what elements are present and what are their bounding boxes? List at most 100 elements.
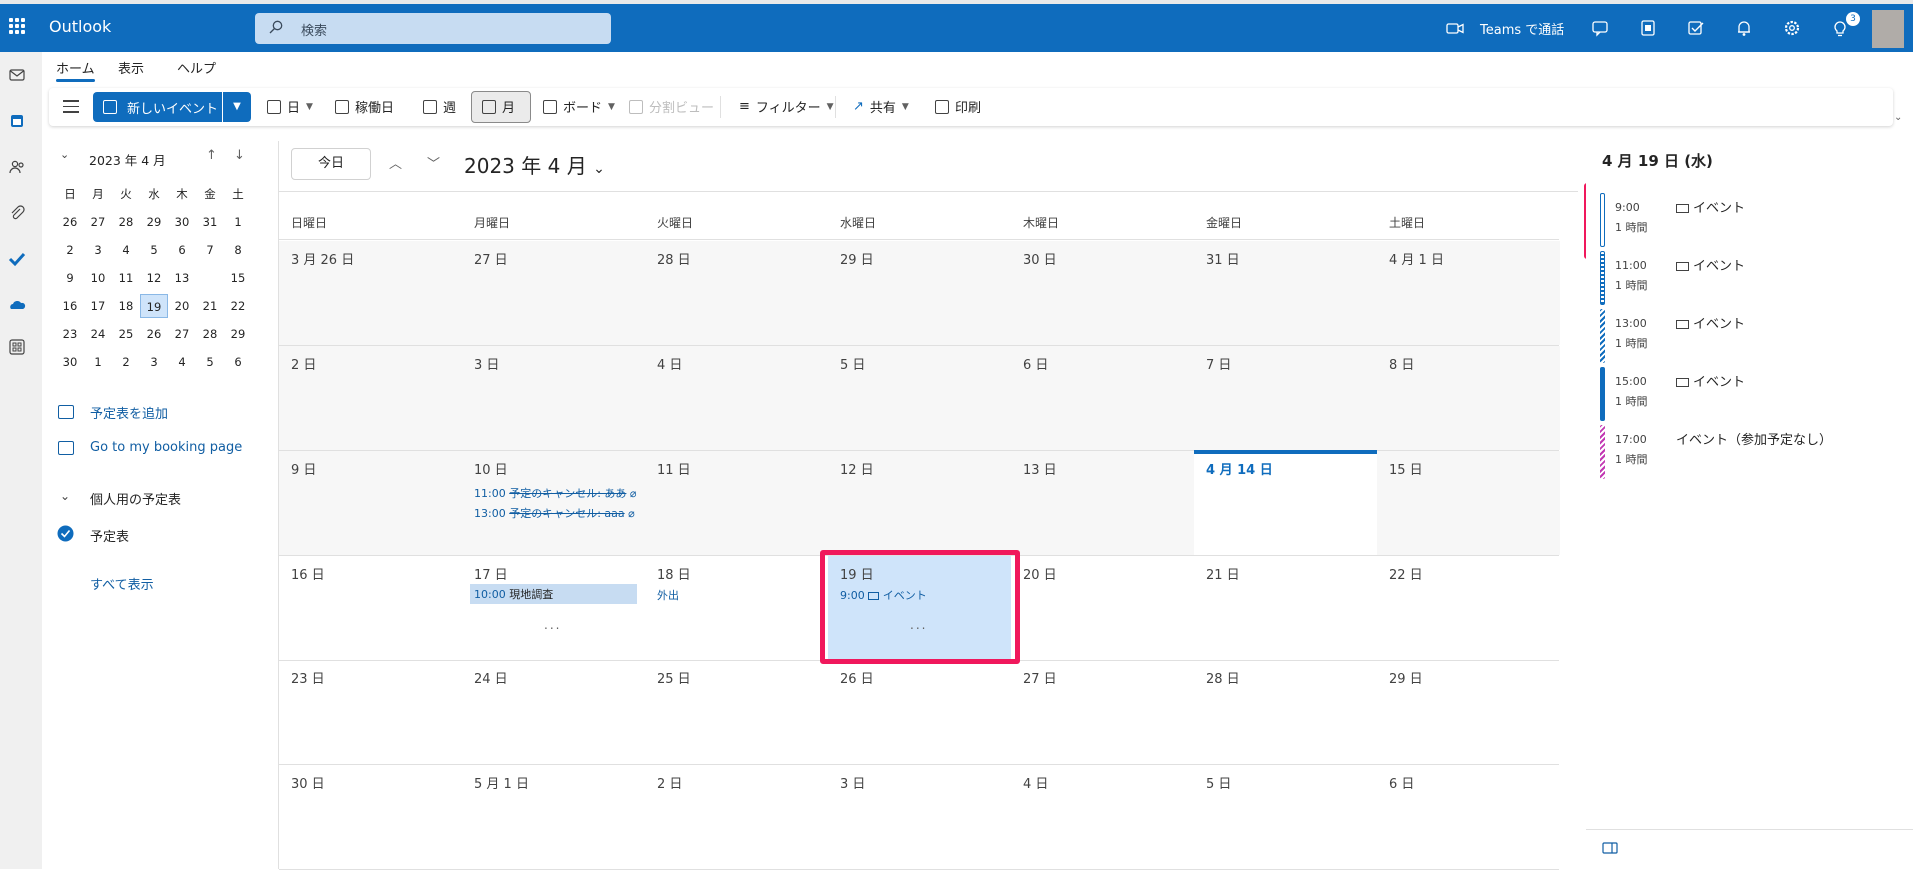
day-cell[interactable]: 25 日 xyxy=(645,660,828,764)
attachment-icon[interactable] xyxy=(8,204,26,222)
mini-day-cell[interactable]: 6 xyxy=(168,238,196,262)
day-cell[interactable]: 13 日 xyxy=(1011,451,1194,555)
mini-day-cell[interactable]: 30 xyxy=(56,350,84,374)
mini-day-cell[interactable]: 14 xyxy=(196,266,224,290)
gear-icon[interactable] xyxy=(1781,17,1803,39)
day-cell[interactable]: 3 月 26 日 xyxy=(279,241,462,345)
mini-day-cell[interactable]: 3 xyxy=(140,350,168,374)
mini-day-cell[interactable]: 1 xyxy=(224,210,252,234)
chevron-down-icon[interactable]: ﹀ xyxy=(427,153,440,172)
day-cell[interactable]: 5 日 xyxy=(1194,765,1377,869)
board-view-button[interactable]: ボード ▼ xyxy=(543,97,615,116)
mini-day-cell[interactable]: 28 xyxy=(112,210,140,234)
day-cell[interactable]: 24 日 xyxy=(462,660,645,764)
mini-day-cell[interactable]: 12 xyxy=(140,266,168,290)
apps-icon[interactable] xyxy=(8,338,26,356)
filter-button[interactable]: ≡ フィルター ▼ xyxy=(739,97,834,116)
day-cell[interactable]: 27 日 xyxy=(462,241,645,345)
mini-day-cell[interactable]: 13 xyxy=(168,266,196,290)
add-calendar-link[interactable]: 予定表を追加 xyxy=(90,403,168,422)
day-cell[interactable]: 28 日 xyxy=(1194,660,1377,764)
booking-page-link[interactable]: Go to my booking page xyxy=(90,440,242,455)
avatar[interactable] xyxy=(1872,10,1904,48)
day-cell[interactable]: 2 日 xyxy=(279,346,462,450)
day-cell[interactable]: 28 日 xyxy=(645,241,828,345)
tab-help[interactable]: ヘルプ xyxy=(177,58,216,77)
mini-day-cell[interactable]: 20 xyxy=(168,294,196,318)
day-cell[interactable]: 30 日 xyxy=(1011,241,1194,345)
day-cell[interactable]: 7 日 xyxy=(1194,346,1377,450)
chevron-up-icon[interactable]: ︿ xyxy=(389,153,402,172)
mail-icon[interactable] xyxy=(8,66,26,84)
day-cell[interactable]: 3 日 xyxy=(828,765,1011,869)
calendar-icon[interactable] xyxy=(8,112,26,130)
onedrive-icon[interactable] xyxy=(8,296,26,314)
mini-calendar-title[interactable]: 2023 年 4 月 xyxy=(89,150,166,169)
event-cancelled-apr10-1[interactable]: 11:00 予定のキャンセル: ああ ⌀ xyxy=(474,485,637,501)
month-title[interactable]: 2023 年 4 月 ⌄ xyxy=(464,150,605,179)
day-cell[interactable]: 20 日 xyxy=(1011,556,1194,660)
mini-day-cell[interactable]: 2 xyxy=(56,238,84,262)
day-cell[interactable]: 18 日外出 xyxy=(645,556,828,660)
next-month-arrow-icon[interactable]: ↓ xyxy=(234,148,245,163)
mini-day-cell[interactable]: 17 xyxy=(84,294,112,318)
print-button[interactable]: 印刷 xyxy=(935,97,981,116)
day-cell[interactable]: 4 日 xyxy=(645,346,828,450)
pane-event-item[interactable]: 17:00 1 時間 イベント（参加予定なし） xyxy=(1600,423,1900,479)
day-view-button[interactable]: 日 ▼ xyxy=(267,97,313,116)
week-view-button[interactable]: 週 xyxy=(423,97,456,116)
day-cell[interactable]: 11 日 xyxy=(645,451,828,555)
chat-icon[interactable] xyxy=(1590,17,1612,39)
video-call-icon[interactable] xyxy=(1444,17,1466,39)
mini-day-cell[interactable]: 2 xyxy=(112,350,140,374)
workweek-view-button[interactable]: 稼働日 xyxy=(335,97,394,116)
calendar-list-item[interactable]: 予定表 xyxy=(90,526,129,545)
app-launcher-icon[interactable] xyxy=(9,18,25,34)
hamburger-menu-icon[interactable] xyxy=(63,100,79,117)
mini-day-cell[interactable]: 26 xyxy=(56,210,84,234)
day-cell[interactable]: 6 日 xyxy=(1377,765,1560,869)
day-cell[interactable]: 15 日 xyxy=(1377,451,1560,555)
mini-day-cell[interactable]: 19 xyxy=(140,294,168,318)
bell-icon[interactable] xyxy=(1733,17,1755,39)
pane-event-item[interactable]: 9:00 1 時間 イベント xyxy=(1600,191,1900,247)
day-cell[interactable]: 4 月 1 日 xyxy=(1377,241,1560,345)
tab-home[interactable]: ホーム xyxy=(56,58,95,82)
mini-day-cell[interactable]: 5 xyxy=(196,350,224,374)
new-event-dropdown[interactable]: ▼ xyxy=(223,92,251,122)
event-cancelled-apr10-2[interactable]: 13:00 予定のキャンセル: aaa ⌀ xyxy=(474,505,635,521)
show-all-link[interactable]: すべて表示 xyxy=(90,574,154,593)
mini-day-cell[interactable]: 6 xyxy=(224,350,252,374)
pane-event-item[interactable]: 11:00 1 時間 イベント xyxy=(1600,249,1900,305)
day-cell[interactable]: 5 月 1 日 xyxy=(462,765,645,869)
collapse-chevron-icon[interactable]: ⌄ xyxy=(60,489,70,503)
mini-day-cell[interactable]: 4 xyxy=(168,350,196,374)
search-box[interactable]: 検索 xyxy=(255,13,611,44)
mini-day-cell[interactable]: 18 xyxy=(112,294,140,318)
mini-day-cell[interactable]: 5 xyxy=(140,238,168,262)
day-cell[interactable]: 30 日 xyxy=(279,765,462,869)
people-icon[interactable] xyxy=(8,158,26,176)
todo-icon[interactable] xyxy=(8,250,26,268)
day-cell[interactable]: 8 日 xyxy=(1377,346,1560,450)
day-cell[interactable]: 2 日 xyxy=(645,765,828,869)
mini-day-cell[interactable]: 10 xyxy=(84,266,112,290)
tab-view[interactable]: 表示 xyxy=(118,58,144,77)
day-cell[interactable]: 10 日 11:00 予定のキャンセル: ああ ⌀ 13:00 予定のキャンセル: … xyxy=(462,451,645,555)
app-name[interactable]: Outlook xyxy=(49,17,111,36)
mini-day-cell[interactable]: 8 xyxy=(224,238,252,262)
day-cell[interactable]: 29 日 xyxy=(1377,660,1560,764)
day-cell[interactable]: 27 日 xyxy=(1011,660,1194,764)
share-button[interactable]: ↗ 共有 ▼ xyxy=(853,97,909,116)
pane-event-item[interactable]: 13:00 1 時間 イベント xyxy=(1600,307,1900,363)
mini-day-cell[interactable]: 27 xyxy=(84,210,112,234)
mini-day-cell[interactable]: 16 xyxy=(56,294,84,318)
mini-day-cell[interactable]: 22 xyxy=(224,294,252,318)
day-cell[interactable]: 29 日 xyxy=(828,241,1011,345)
event-apr18[interactable]: 外出 xyxy=(657,587,679,603)
checkmark-circle-icon[interactable] xyxy=(57,525,74,542)
day-cell[interactable]: 12 日 xyxy=(828,451,1011,555)
mini-day-cell[interactable]: 7 xyxy=(196,238,224,262)
more-events-link[interactable]: ... xyxy=(544,618,561,632)
month-view-button[interactable]: 月 xyxy=(482,97,515,116)
